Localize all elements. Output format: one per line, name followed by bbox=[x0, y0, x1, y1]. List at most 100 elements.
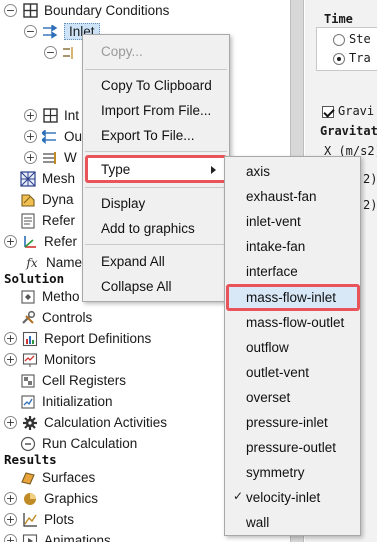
monitors-icon bbox=[22, 352, 38, 368]
tree-label: Run Calculation bbox=[42, 436, 138, 451]
expand-icon[interactable]: + bbox=[4, 534, 17, 542]
type-submenu: axis exhaust-fan inlet-vent intake-fan i… bbox=[224, 156, 361, 536]
type-option-exhaust-fan[interactable]: exhaust-fan bbox=[225, 184, 360, 209]
tree-item-dynamic-mesh[interactable]: Dyna bbox=[20, 189, 74, 210]
expand-icon[interactable]: + bbox=[24, 151, 37, 164]
cell-registers-icon bbox=[20, 373, 36, 389]
menu-item-display[interactable]: Display bbox=[83, 191, 229, 215]
radio-icon[interactable] bbox=[333, 33, 345, 46]
time-label: Time bbox=[324, 12, 353, 26]
menu-item-copy-to-clipboard[interactable]: Copy To Clipboard bbox=[83, 73, 229, 97]
expand-icon[interactable]: + bbox=[24, 109, 37, 122]
tree-label: Plots bbox=[44, 512, 75, 527]
radio-selected-icon[interactable] bbox=[333, 52, 345, 65]
type-option-symmetry[interactable]: symmetry bbox=[225, 460, 360, 485]
dynamic-mesh-icon bbox=[20, 192, 36, 208]
tree-item-outlet[interactable]: + Ou bbox=[24, 126, 82, 147]
tree-item-graphics[interactable]: + Graphics bbox=[4, 488, 98, 509]
tree-item-inlet-child[interactable]: − ) bbox=[44, 42, 230, 63]
gravity-y-label: 2) bbox=[363, 172, 377, 186]
gravitational-acceleration-label: Gravitat bbox=[320, 124, 377, 138]
type-option-pressure-inlet[interactable]: pressure-inlet bbox=[225, 410, 360, 435]
tree-label: Refer bbox=[42, 213, 76, 228]
type-option-mass-flow-inlet[interactable]: mass-flow-inlet bbox=[226, 284, 360, 311]
type-option-label: pressure-inlet bbox=[246, 415, 328, 430]
type-option-pressure-outlet[interactable]: pressure-outlet bbox=[225, 435, 360, 460]
type-option-interface[interactable]: interface bbox=[225, 259, 360, 284]
type-option-mass-flow-outlet[interactable]: mass-flow-outlet bbox=[225, 310, 360, 335]
tree-label: Cell Registers bbox=[42, 373, 127, 388]
menu-item-collapse-all[interactable]: Collapse All bbox=[83, 274, 229, 298]
animations-icon bbox=[22, 533, 38, 542]
tree-item-methods[interactable]: Metho bbox=[20, 286, 80, 307]
tree-item-initialization[interactable]: Initialization bbox=[20, 391, 113, 412]
section-header-results: Results bbox=[4, 452, 57, 467]
expand-icon[interactable]: + bbox=[4, 353, 17, 366]
function-icon: fx bbox=[26, 255, 38, 270]
menu-item-import-from-file[interactable]: Import From File... bbox=[83, 98, 229, 122]
wall-icon bbox=[42, 150, 58, 166]
time-steady-option[interactable]: Ste bbox=[333, 32, 371, 46]
tree-item-animations[interactable]: + Animations bbox=[4, 530, 111, 542]
time-transient-option[interactable]: Tra bbox=[333, 51, 371, 65]
checkbox-checked-icon[interactable] bbox=[322, 105, 334, 118]
menu-item-add-to-graphics[interactable]: Add to graphics bbox=[83, 216, 229, 240]
type-option-label: exhaust-fan bbox=[246, 189, 317, 204]
expand-icon[interactable]: + bbox=[4, 235, 17, 248]
tree-item-named-expressions[interactable]: fx Name bbox=[24, 252, 82, 273]
type-option-wall[interactable]: wall bbox=[225, 510, 360, 535]
collapse-icon[interactable]: − bbox=[24, 25, 37, 38]
type-option-overset[interactable]: overset bbox=[225, 385, 360, 410]
tree-item-boundary-conditions[interactable]: − Boundary Conditions bbox=[4, 0, 169, 21]
methods-icon bbox=[20, 289, 36, 305]
type-option-label: inlet-vent bbox=[246, 214, 301, 229]
tree-label: Int bbox=[64, 108, 80, 123]
type-option-velocity-inlet[interactable]: ✓ velocity-inlet bbox=[225, 485, 360, 510]
tree-item-reference-values[interactable]: Refer bbox=[20, 210, 75, 231]
tree-item-cell-registers[interactable]: Cell Registers bbox=[20, 370, 126, 391]
type-option-outlet-vent[interactable]: outlet-vent bbox=[225, 360, 360, 385]
tree-item-monitors[interactable]: + Monitors bbox=[4, 349, 96, 370]
collapse-icon[interactable]: − bbox=[44, 46, 57, 59]
surfaces-icon bbox=[20, 470, 36, 486]
gravity-checkbox[interactable]: Gravi bbox=[322, 104, 374, 118]
collapse-icon[interactable]: − bbox=[4, 4, 17, 17]
type-option-label: intake-fan bbox=[246, 239, 306, 254]
type-option-inlet-vent[interactable]: inlet-vent bbox=[225, 209, 360, 234]
menu-item-copy[interactable]: Copy... bbox=[83, 39, 229, 63]
tree-item-calculation-activities[interactable]: + Calculation Activities bbox=[4, 412, 167, 433]
expand-icon[interactable]: + bbox=[24, 130, 37, 143]
menu-item-expand-all[interactable]: Expand All bbox=[83, 249, 229, 273]
type-option-axis[interactable]: axis bbox=[225, 159, 360, 184]
tree-item-plots[interactable]: + Plots bbox=[4, 509, 74, 530]
tree-item-wall[interactable]: + W bbox=[24, 147, 77, 168]
tree-item-surfaces[interactable]: Surfaces bbox=[20, 467, 95, 488]
tree-label: Initialization bbox=[42, 394, 113, 409]
type-option-intake-fan[interactable]: intake-fan bbox=[225, 234, 360, 259]
type-option-label: outflow bbox=[246, 340, 289, 355]
menu-item-type[interactable]: Type bbox=[85, 155, 227, 183]
initialization-icon bbox=[20, 394, 36, 410]
run-calculation-icon bbox=[20, 436, 36, 452]
type-option-label: mass-flow-inlet bbox=[246, 290, 337, 305]
menu-separator bbox=[85, 187, 227, 188]
tree-label: W bbox=[64, 150, 77, 165]
boundary-grid-icon bbox=[22, 3, 38, 19]
expand-icon[interactable]: + bbox=[4, 513, 17, 526]
type-option-outflow[interactable]: outflow bbox=[225, 335, 360, 360]
tree-item-run-calculation[interactable]: Run Calculation bbox=[20, 433, 137, 454]
tree-item-controls[interactable]: Controls bbox=[20, 307, 92, 328]
tree-item-mesh[interactable]: Mesh bbox=[20, 168, 75, 189]
outlet-arrows-icon bbox=[42, 129, 58, 145]
mesh-icon bbox=[20, 170, 36, 187]
menu-item-export-to-file[interactable]: Export To File... bbox=[83, 123, 229, 147]
tree-item-interior[interactable]: + Int bbox=[24, 105, 79, 126]
type-option-label: overset bbox=[246, 390, 291, 405]
type-option-label: axis bbox=[246, 164, 271, 179]
expand-icon[interactable]: + bbox=[4, 416, 17, 429]
expand-icon[interactable]: + bbox=[4, 332, 17, 345]
expand-icon[interactable]: + bbox=[4, 492, 17, 505]
type-option-label: symmetry bbox=[246, 465, 305, 480]
tree-item-report-definitions[interactable]: + Report Definitions bbox=[4, 328, 151, 349]
tree-item-reference-frames[interactable]: + Refer bbox=[4, 231, 77, 252]
